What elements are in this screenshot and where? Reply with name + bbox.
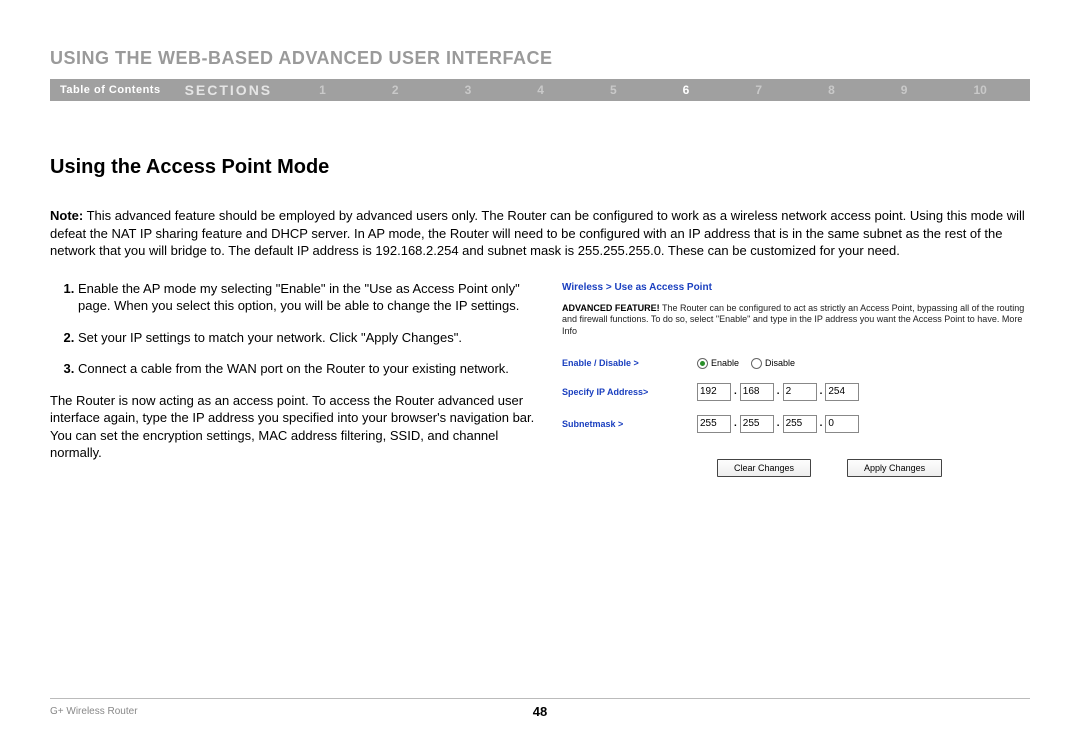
specify-ip-label: Specify IP Address> <box>562 387 697 397</box>
nav-section-8[interactable]: 8 <box>828 83 835 97</box>
nav-section-5[interactable]: 5 <box>610 83 617 97</box>
footer-page-number: 48 <box>0 704 1080 719</box>
step-1: Enable the AP mode my selecting "Enable"… <box>78 280 542 315</box>
subnet-row: Subnetmask > . . . <box>562 415 1030 433</box>
radio-selected-icon <box>697 358 708 369</box>
ip-octet-3[interactable] <box>783 383 817 401</box>
enable-disable-label: Enable / Disable > <box>562 358 697 368</box>
note-paragraph: Note: This advanced feature should be em… <box>50 207 1030 260</box>
enable-radio-label: Enable <box>711 358 739 368</box>
subnet-octet-4[interactable] <box>825 415 859 433</box>
ip-octet-1[interactable] <box>697 383 731 401</box>
nav-section-10[interactable]: 10 <box>973 83 986 97</box>
nav-toc-link[interactable]: Table of Contents <box>50 84 171 96</box>
nav-sections-label: SECTIONS <box>171 82 287 98</box>
nav-section-4[interactable]: 4 <box>537 83 544 97</box>
nav-section-9[interactable]: 9 <box>901 83 908 97</box>
nav-section-numbers: 1 2 3 4 5 6 7 8 9 10 <box>286 83 1030 97</box>
apply-changes-button[interactable]: Apply Changes <box>847 459 942 477</box>
section-nav-bar: Table of Contents SECTIONS 1 2 3 4 5 6 7 8 9 10 <box>50 79 1030 101</box>
nav-section-3[interactable]: 3 <box>465 83 472 97</box>
enable-radio[interactable]: Enable <box>697 358 739 369</box>
subnet-octet-1[interactable] <box>697 415 731 433</box>
nav-section-1[interactable]: 1 <box>319 83 326 97</box>
subnet-octet-3[interactable] <box>783 415 817 433</box>
clear-changes-button[interactable]: Clear Changes <box>717 459 811 477</box>
subnet-octet-2[interactable] <box>740 415 774 433</box>
disable-radio-label: Disable <box>765 358 795 368</box>
steps-list: Enable the AP mode my selecting "Enable"… <box>50 280 542 378</box>
ip-octet-4[interactable] <box>825 383 859 401</box>
panel-breadcrumb: Wireless > Use as Access Point <box>562 282 1030 293</box>
advanced-feature-note: ADVANCED FEATURE! The Router can be conf… <box>562 303 1030 338</box>
subnet-label: Subnetmask > <box>562 419 697 429</box>
page-header-title: USING THE WEB-BASED ADVANCED USER INTERF… <box>50 0 1030 79</box>
config-panel: Wireless > Use as Access Point ADVANCED … <box>562 280 1030 477</box>
radio-unselected-icon <box>751 358 762 369</box>
footer-rule <box>50 698 1030 699</box>
closing-paragraph: The Router is now acting as an access po… <box>50 392 542 462</box>
step-2: Set your IP settings to match your netwo… <box>78 329 542 347</box>
enable-disable-row: Enable / Disable > Enable Disable <box>562 358 1030 369</box>
ip-octet-2[interactable] <box>740 383 774 401</box>
specify-ip-row: Specify IP Address> . . . <box>562 383 1030 401</box>
subheading: Using the Access Point Mode <box>50 156 1030 179</box>
note-label: Note: <box>50 208 83 223</box>
left-column: Enable the AP mode my selecting "Enable"… <box>50 280 542 477</box>
nav-section-6[interactable]: 6 <box>683 83 690 97</box>
disable-radio[interactable]: Disable <box>751 358 795 369</box>
step-3: Connect a cable from the WAN port on the… <box>78 360 542 378</box>
nav-section-2[interactable]: 2 <box>392 83 399 97</box>
nav-section-7[interactable]: 7 <box>755 83 762 97</box>
note-text: This advanced feature should be employed… <box>50 208 1025 258</box>
advanced-feature-label: ADVANCED FEATURE! <box>562 303 660 313</box>
